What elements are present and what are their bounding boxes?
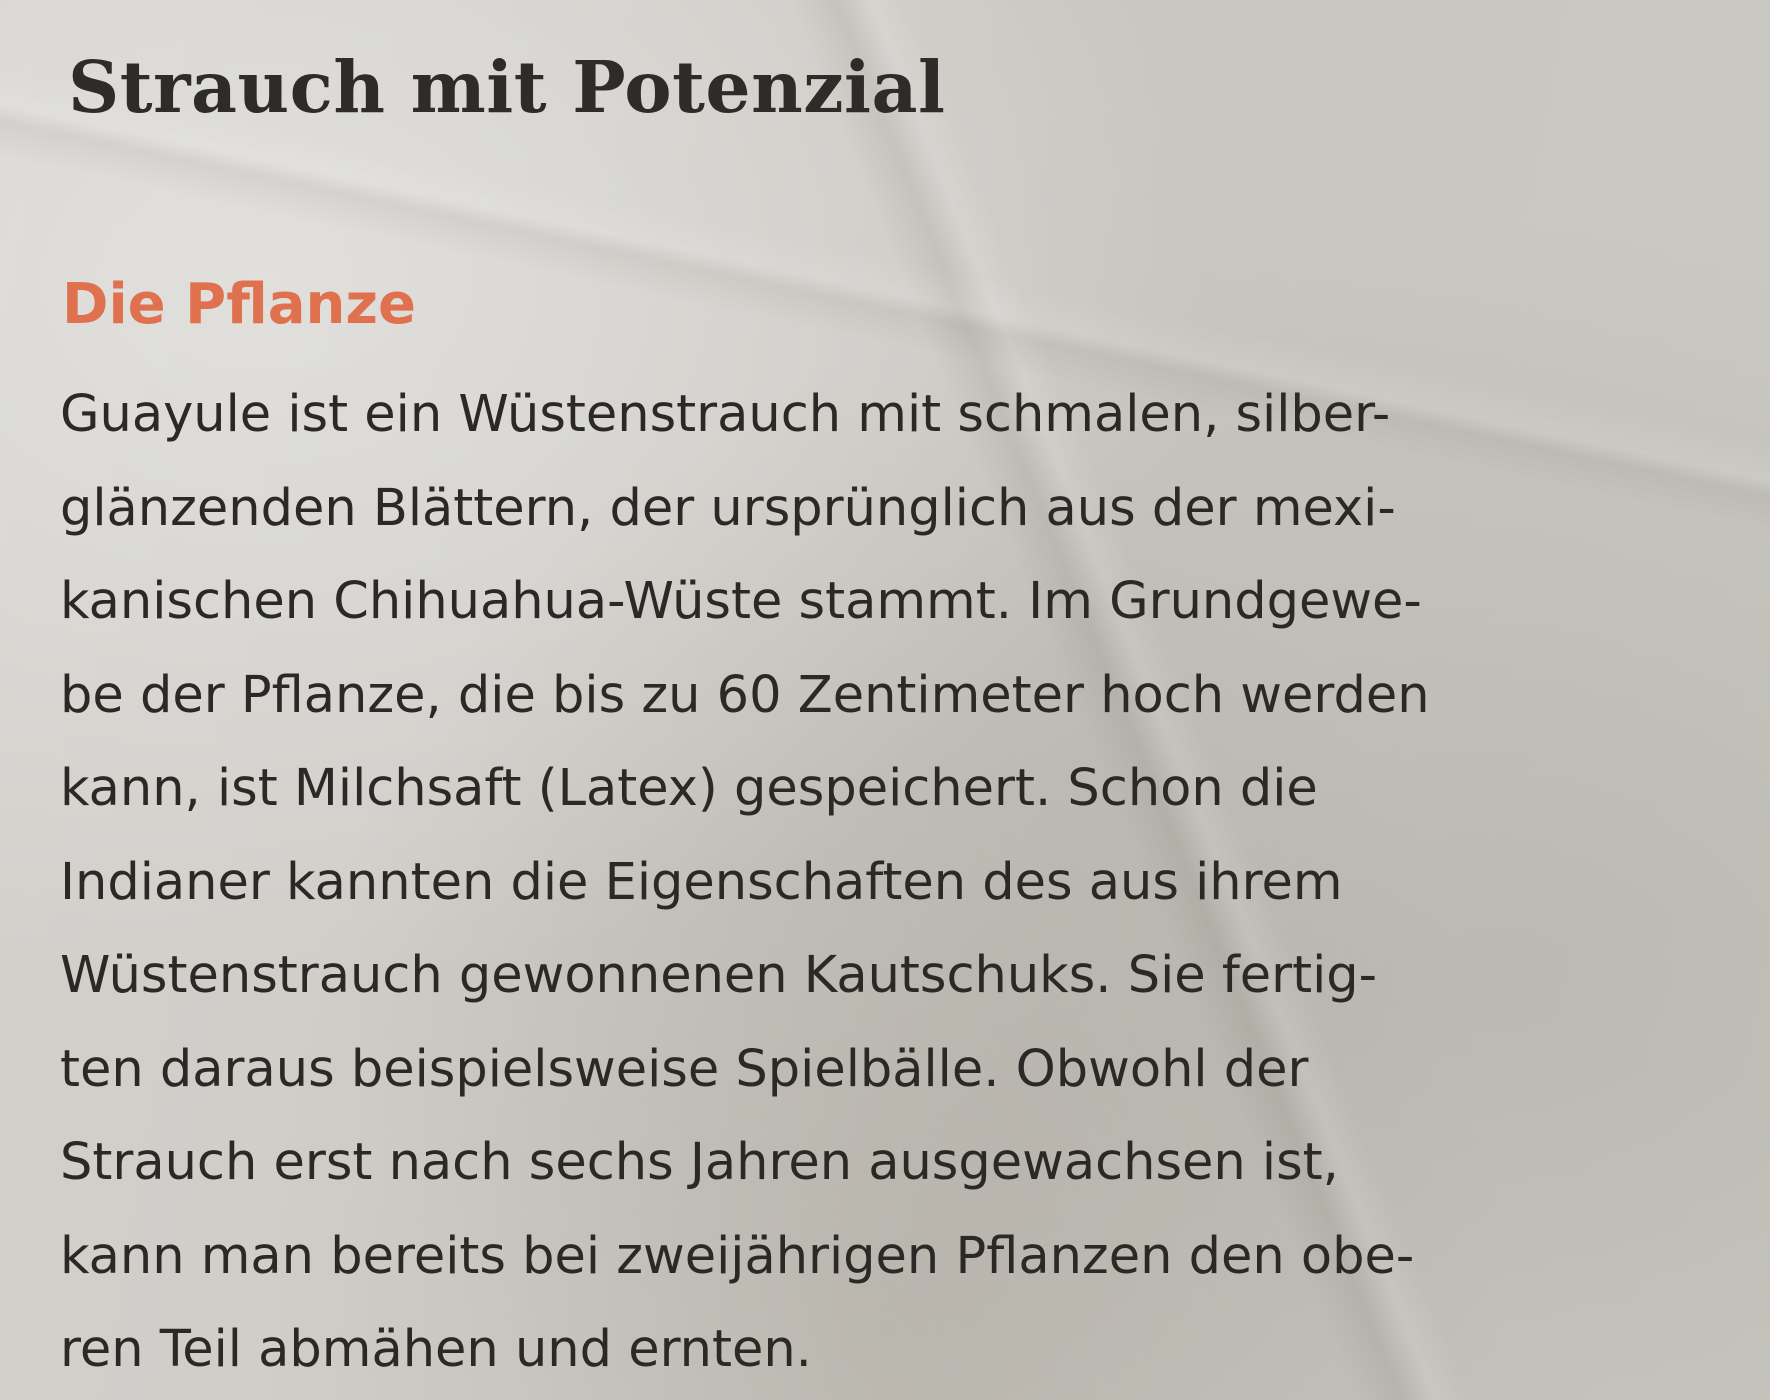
body-line: be der Pflanze, die bis zu 60 Zentimeter… xyxy=(60,665,1430,725)
body-line: glänzenden Blättern, der ursprünglich au… xyxy=(60,478,1396,538)
newspaper-clipping: Strauch mit Potenzial Die Pflanze Guayul… xyxy=(0,0,1770,1400)
section-heading: Die Pflanze xyxy=(62,272,416,337)
body-line: Indianer kannten die Eigenschaften des a… xyxy=(60,852,1343,912)
body-line: kanischen Chihuahua-Wüste stammt. Im Gru… xyxy=(60,572,1422,631)
body-line: Guayule ist ein Wüstenstrauch mit schmal… xyxy=(60,385,1391,444)
body-line: ren Teil abmähen und ernten. xyxy=(60,1320,812,1379)
body-line: kann, ist Milchsaft (Latex) gespeichert.… xyxy=(60,759,1318,818)
body-line: ten daraus beispielsweise Spielbälle. Ob… xyxy=(60,1039,1309,1099)
article-body: Guayule ist ein Wüstenstrauch mit schmal… xyxy=(60,368,1750,1397)
article-headline: Strauch mit Potenzial xyxy=(68,45,946,129)
body-line: Wüstenstrauch gewonnenen Kautschuks. Sie… xyxy=(60,946,1378,1005)
body-line: Strauch erst nach sechs Jahren ausgewach… xyxy=(60,1133,1339,1192)
body-line: kann man bereits bei zweijährigen Pflanz… xyxy=(60,1226,1415,1286)
